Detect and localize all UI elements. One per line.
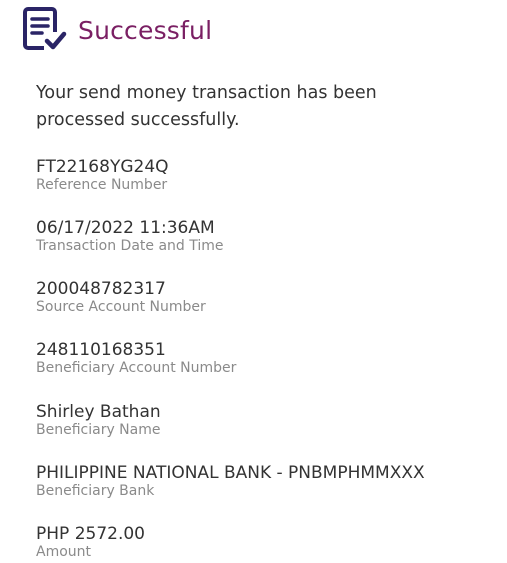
reference-number-label: Reference Number [36, 177, 168, 193]
source-account-label: Source Account Number [36, 299, 206, 315]
beneficiary-bank-value: PHILIPPINE NATIONAL BANK - PNBMPHMMXXX [36, 463, 425, 483]
beneficiary-account-field: 248110168351 Beneficiary Account Number [36, 340, 236, 377]
amount-value: PHP 2572.00 [36, 524, 145, 544]
transaction-datetime-field: 06/17/2022 11:36AM Transaction Date and … [36, 218, 224, 255]
amount-field: PHP 2572.00 Amount [36, 524, 145, 561]
transaction-datetime-label: Transaction Date and Time [36, 238, 224, 254]
success-header: Successful [22, 6, 212, 54]
transaction-datetime-value: 06/17/2022 11:36AM [36, 218, 215, 238]
beneficiary-name-label: Beneficiary Name [36, 422, 161, 438]
beneficiary-bank-label: Beneficiary Bank [36, 483, 155, 499]
source-account-value: 200048782317 [36, 279, 166, 299]
source-account-field: 200048782317 Source Account Number [36, 279, 206, 316]
page-title: Successful [78, 15, 213, 45]
beneficiary-account-label: Beneficiary Account Number [36, 360, 237, 376]
amount-label: Amount [36, 544, 92, 560]
beneficiary-name-field: Shirley Bathan Beneficiary Name [36, 402, 161, 439]
reference-number-value: FT22168YG24Q [36, 157, 169, 177]
reference-number-field: FT22168YG24Q Reference Number [36, 157, 169, 194]
beneficiary-account-value: 248110168351 [36, 340, 166, 360]
beneficiary-bank-field: PHILIPPINE NATIONAL BANK - PNBMPHMMXXX B… [36, 463, 425, 500]
success-message: Your send money transaction has been pro… [36, 83, 377, 130]
beneficiary-name-value: Shirley Bathan [36, 402, 161, 422]
document-check-icon [23, 7, 67, 52]
